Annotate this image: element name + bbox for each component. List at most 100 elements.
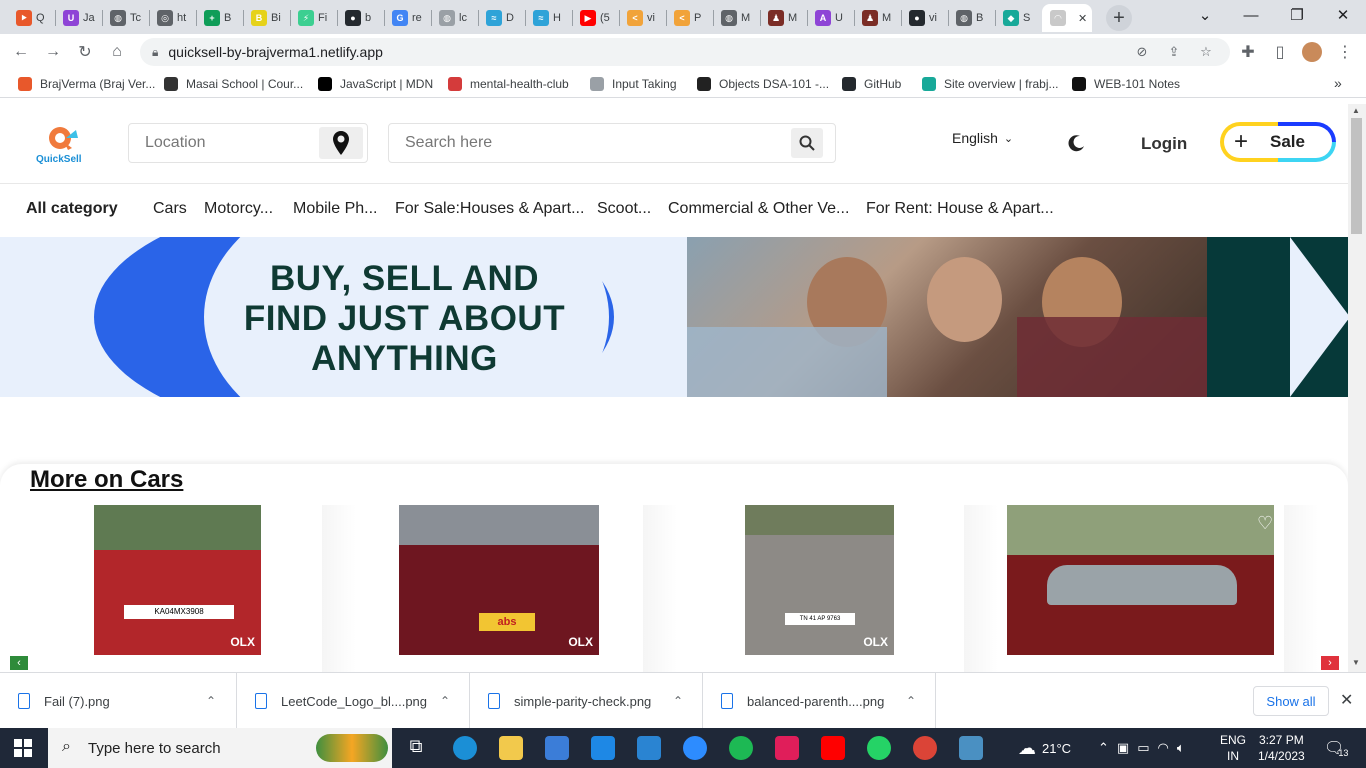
spotify-icon[interactable] (729, 736, 753, 760)
browser-tab[interactable]: AU (807, 4, 853, 32)
browser-tab[interactable]: ● vi (901, 4, 947, 32)
hero-banner[interactable]: BUY, SELL AND FIND JUST ABOUT ANYTHING (0, 237, 1348, 397)
extensions-icon[interactable]: ✚ (1237, 41, 1259, 63)
browser-tab[interactable]: ◠ ✕ (1042, 4, 1092, 32)
bookmark-star-icon[interactable]: ☆ (1198, 44, 1214, 60)
search-icon[interactable] (791, 128, 823, 158)
scrollbar-thumb[interactable] (1351, 118, 1362, 234)
chevron-up-icon[interactable]: ⌃ (206, 694, 216, 708)
location-pin-icon[interactable] (319, 127, 363, 159)
chrome-icon[interactable] (913, 736, 937, 760)
section-title[interactable]: More on Cars (30, 466, 183, 494)
show-all-downloads-button[interactable]: Show all (1253, 686, 1329, 716)
browser-tab[interactable]: ⚡ Fi (290, 4, 336, 32)
carousel-prev-icon[interactable]: ‹ (9, 655, 29, 671)
maximize-button[interactable]: ❐ (1274, 0, 1320, 30)
browser-tab[interactable]: ● b (337, 4, 383, 32)
close-downloads-icon[interactable]: ✕ (1340, 690, 1353, 710)
bookmark-item[interactable]: mental-health-club (448, 75, 569, 93)
menu-icon[interactable]: ⋮ (1334, 41, 1356, 63)
scroll-up-icon[interactable]: ▲ (1352, 106, 1360, 115)
quicksell-logo[interactable]: QuickSell (34, 124, 90, 168)
browser-tab[interactable]: ⯈ Q (8, 4, 54, 32)
browser-tab[interactable]: ◍ B (948, 4, 994, 32)
slack-icon[interactable] (775, 736, 799, 760)
mail-icon[interactable] (591, 736, 615, 760)
notification-center-icon[interactable]: 🗨︎ 13 (1324, 728, 1348, 768)
favorite-heart-icon[interactable]: ♡ (1257, 514, 1277, 532)
browser-tab[interactable]: B Bi (243, 4, 289, 32)
chevron-up-icon[interactable]: ⌃ (673, 694, 683, 708)
bookmark-item[interactable]: BrajVerma (Braj Ver... (18, 75, 155, 93)
browser-tab[interactable]: < P (666, 4, 712, 32)
chevron-up-icon[interactable]: ⌃ (1098, 740, 1109, 756)
language-select[interactable]: English ⌄ (952, 130, 1013, 146)
clock[interactable]: 3:27 PM 1/4/2023 (1258, 728, 1305, 768)
browser-tab[interactable]: ◆ S (995, 4, 1041, 32)
volume-icon[interactable]: 🔈︎ (1177, 740, 1185, 756)
bookmark-item[interactable]: WEB-101 Notes (1072, 75, 1180, 93)
search-input[interactable]: Search here (388, 123, 836, 163)
file-explorer-icon[interactable] (499, 736, 523, 760)
dark-mode-moon-icon[interactable] (1067, 133, 1087, 153)
back-icon[interactable]: ← (10, 41, 32, 63)
download-item[interactable]: simple-parity-check.png ⌃ (470, 673, 703, 729)
forward-icon[interactable]: → (42, 41, 64, 63)
browser-tab[interactable]: ≈ D (478, 4, 524, 32)
scroll-down-icon[interactable]: ▼ (1352, 658, 1360, 667)
windows-start-icon[interactable] (14, 739, 32, 757)
bookmark-item[interactable]: Objects DSA-101 -... (697, 75, 829, 93)
sale-button[interactable]: + Sale (1220, 122, 1336, 162)
bookmark-item[interactable]: JavaScript | MDN (318, 75, 433, 93)
minimize-button[interactable]: — (1228, 0, 1274, 30)
whatsapp-icon[interactable] (867, 736, 891, 760)
bookmark-item[interactable]: Site overview | frabj... (922, 75, 1059, 93)
meet-now-icon[interactable]: ▣ (1117, 740, 1129, 756)
edge-icon[interactable] (453, 736, 477, 760)
zoom-icon[interactable] (683, 736, 707, 760)
photos-icon[interactable] (959, 736, 983, 760)
category-motorcycles[interactable]: Motorcy... (204, 200, 273, 218)
task-view-icon[interactable]: ⧉ (404, 736, 428, 760)
battery-icon[interactable]: ▭ (1137, 740, 1149, 756)
chevron-up-icon[interactable]: ⌃ (906, 694, 916, 708)
download-item[interactable]: balanced-parenth....png ⌃ (703, 673, 936, 729)
browser-tab[interactable]: ◍ M (713, 4, 759, 32)
page-scrollbar[interactable]: ▲ ▼ (1348, 104, 1366, 672)
close-window-button[interactable]: ✕ (1320, 0, 1366, 30)
login-button[interactable]: Login (1141, 134, 1187, 154)
browser-tab[interactable]: ♟ M (760, 4, 806, 32)
address-bar[interactable]: 🔒︎ quicksell-by-brajverma1.netlify.app ⊘… (140, 38, 1230, 66)
download-item[interactable]: Fail (7).png ⌃ (0, 673, 237, 729)
browser-tab[interactable]: ♟ M (854, 4, 900, 32)
wifi-icon[interactable]: ◠ (1158, 740, 1169, 756)
bookmark-item[interactable]: GitHub (842, 75, 901, 93)
tab-search-chevron-icon[interactable]: ⌄ (1182, 0, 1228, 30)
browser-tab[interactable]: < vi (619, 4, 665, 32)
browser-tab[interactable]: ▶ (5 (572, 4, 618, 32)
home-icon[interactable]: ⌂ (106, 41, 128, 63)
weather-widget[interactable]: ☁ 21°C (1018, 728, 1071, 768)
car-card[interactable]: TN 41 AP 9763 OLX (677, 505, 964, 672)
youtube-icon[interactable] (821, 736, 845, 760)
browser-tab[interactable]: Gre (384, 4, 430, 32)
side-panel-icon[interactable]: ▯ (1269, 41, 1291, 63)
category-scooters[interactable]: Scoot... (597, 200, 651, 218)
eye-slash-icon[interactable]: ⊘ (1134, 44, 1150, 60)
lock-icon[interactable]: 🔒︎ (152, 45, 158, 60)
category-for-sale-houses[interactable]: For Sale:Houses & Apart... (395, 200, 584, 218)
carousel-next-icon[interactable]: › (1320, 655, 1340, 671)
car-card[interactable]: abs OLX (356, 505, 643, 672)
category-cars[interactable]: Cars (153, 200, 187, 218)
more-bookmarks-icon[interactable]: » (1334, 74, 1342, 92)
category-for-rent-houses[interactable]: For Rent: House & Apart... (866, 200, 1054, 218)
vscode-icon[interactable] (637, 736, 661, 760)
reload-icon[interactable]: ↻ (74, 41, 96, 63)
chevron-up-icon[interactable]: ⌃ (440, 694, 450, 708)
category-all[interactable]: All category (26, 200, 118, 218)
car-card[interactable]: KA04MX3908 OLX (32, 505, 322, 672)
system-tray[interactable]: ⌃ ▣ ▭ ◠ 🔈︎ (1098, 728, 1185, 768)
new-tab-button[interactable]: + (1106, 5, 1132, 31)
category-mobile-phones[interactable]: Mobile Ph... (293, 200, 377, 218)
browser-tab[interactable]: ◍ lc (431, 4, 477, 32)
